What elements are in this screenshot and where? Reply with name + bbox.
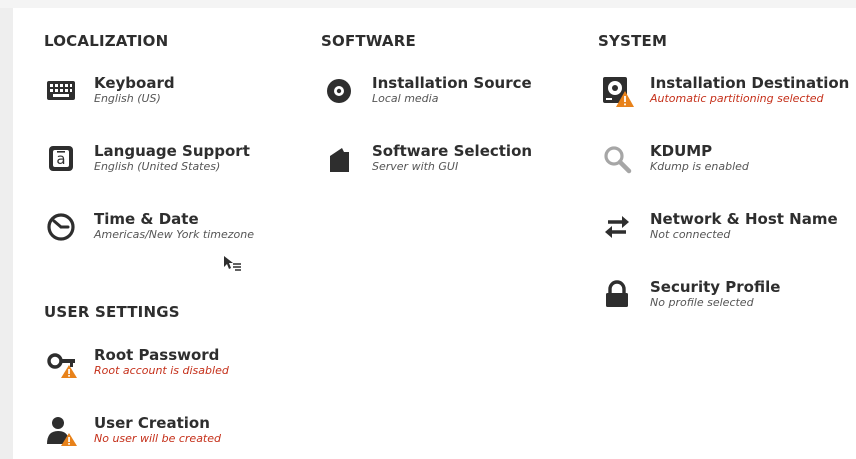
time-date-title: Time & Date <box>94 210 199 228</box>
user-creation-status: No user will be created <box>94 432 221 445</box>
network-host-name-spoke[interactable]: Network & Host Name Not connected <box>600 210 850 254</box>
time-date-status: Americas/New York timezone <box>94 228 255 241</box>
software-selection-title: Software Selection <box>372 142 533 160</box>
root-password-spoke[interactable]: Root Password Root account is disabled <box>44 346 294 390</box>
left-edge <box>0 0 13 459</box>
kdump-spoke[interactable]: KDUMP Kdump is enabled <box>600 142 850 186</box>
keyboard-title: Keyboard <box>94 74 175 92</box>
user-creation-spoke[interactable]: User Creation No user will be created <box>44 414 294 458</box>
root-password-status: Root account is disabled <box>94 364 229 377</box>
security-profile-spoke[interactable]: Security Profile No profile selected <box>600 278 850 322</box>
software-heading: SOFTWARE <box>321 32 416 50</box>
security-profile-title: Security Profile <box>650 278 781 296</box>
user-creation-title: User Creation <box>94 414 210 432</box>
software-selection-spoke[interactable]: Software Selection Server with GUI <box>322 142 572 186</box>
installation-source-spoke[interactable]: Installation Source Local media <box>322 74 572 118</box>
user-settings-heading: USER SETTINGS <box>44 303 180 321</box>
top-edge <box>0 0 856 8</box>
security-profile-status: No profile selected <box>650 296 754 309</box>
installation-destination-status: Automatic partitioning selected <box>650 92 824 105</box>
installation-destination-spoke[interactable]: Installation Destination Automatic parti… <box>600 74 850 118</box>
kdump-status: Kdump is enabled <box>650 160 749 173</box>
busy-cursor-icon <box>222 254 242 272</box>
lock-icon <box>600 278 634 312</box>
language-icon: a <box>44 142 78 176</box>
localization-heading: LOCALIZATION <box>44 32 169 50</box>
clock-icon <box>44 210 78 244</box>
network-host-name-title: Network & Host Name <box>650 210 838 228</box>
installation-source-status: Local media <box>372 92 439 105</box>
kdump-title: KDUMP <box>650 142 713 160</box>
svg-text:a: a <box>56 150 65 168</box>
system-heading: SYSTEM <box>598 32 668 50</box>
network-host-name-status: Not connected <box>650 228 731 241</box>
disc-icon <box>322 74 356 108</box>
time-date-spoke[interactable]: Time & Date Americas/New York timezone <box>44 210 294 254</box>
installation-source-title: Installation Source <box>372 74 532 92</box>
keyboard-spoke[interactable]: Keyboard English (US) <box>44 74 294 118</box>
network-arrows-icon <box>600 210 634 244</box>
keyboard-status: English (US) <box>94 92 161 105</box>
keyboard-icon <box>44 74 78 108</box>
root-password-title: Root Password <box>94 346 220 364</box>
installation-destination-title: Installation Destination <box>650 74 850 92</box>
disk-warning-icon <box>600 74 634 108</box>
language-support-spoke[interactable]: a Language Support English (United State… <box>44 142 294 186</box>
package-icon <box>322 142 356 176</box>
search-icon <box>600 142 634 176</box>
user-warning-icon <box>44 414 78 448</box>
language-support-title: Language Support <box>94 142 250 160</box>
software-selection-status: Server with GUI <box>372 160 459 173</box>
key-warning-icon <box>44 346 78 380</box>
language-support-status: English (United States) <box>94 160 221 173</box>
